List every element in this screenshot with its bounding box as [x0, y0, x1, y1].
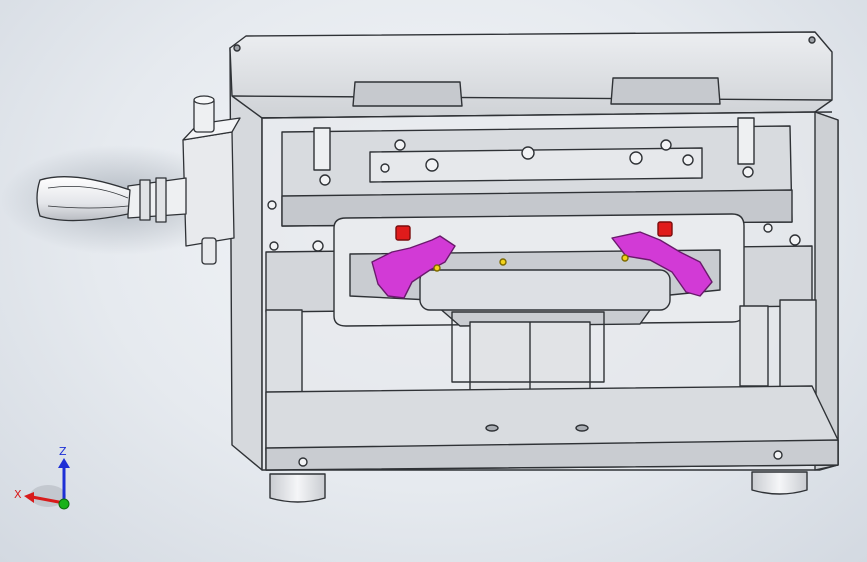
cad-viewport[interactable]: Z X: [0, 0, 867, 562]
red-knob-right[interactable]: [657, 221, 673, 237]
mount-pin: [201, 237, 217, 265]
bolt: [425, 158, 439, 172]
guide-post-left: [313, 127, 331, 171]
cross-bar[interactable]: [369, 147, 703, 183]
base-screw: [773, 450, 783, 460]
bolt: [629, 151, 643, 165]
lever-mount-block[interactable]: [182, 131, 235, 247]
top-slot-right[interactable]: [610, 77, 721, 105]
base-hole: [485, 424, 499, 432]
yellow-marker: [499, 258, 507, 266]
z-axis-label: Z: [59, 445, 67, 458]
bolt: [312, 240, 324, 252]
bolt: [763, 223, 773, 233]
bolt: [660, 139, 672, 151]
top-hole: [233, 44, 241, 52]
base-hole: [575, 424, 589, 432]
bolt: [319, 174, 331, 186]
bolt: [789, 234, 801, 246]
nest-center-block: [419, 269, 671, 311]
base-screw: [298, 457, 308, 467]
foot-right: [751, 471, 808, 495]
fixture-housing[interactable]: [229, 31, 839, 503]
lever-ring: [139, 179, 151, 221]
foot-left: [269, 473, 326, 503]
top-slot-left[interactable]: [352, 81, 463, 107]
x-axis-arrowhead: [24, 492, 34, 503]
yellow-marker: [621, 254, 629, 262]
bolt: [380, 163, 390, 173]
mount-bolt-head: [193, 95, 215, 105]
axis-triad[interactable]: Z X: [14, 445, 70, 510]
lever-ring: [155, 177, 167, 223]
guide-post-right: [737, 117, 755, 165]
z-axis-arrowhead: [58, 458, 70, 468]
column-inner-right: [739, 305, 769, 387]
red-knob-left[interactable]: [395, 225, 411, 241]
y-axis-dot: [58, 498, 70, 510]
bolt: [521, 146, 535, 160]
x-axis-label: X: [14, 488, 22, 501]
top-cover: [229, 31, 833, 119]
bolt: [742, 166, 754, 178]
bolt: [394, 139, 406, 151]
yellow-marker: [433, 264, 441, 272]
bolt: [682, 154, 694, 166]
bolt: [269, 241, 279, 251]
bolt: [267, 200, 277, 210]
top-hole: [808, 36, 816, 44]
